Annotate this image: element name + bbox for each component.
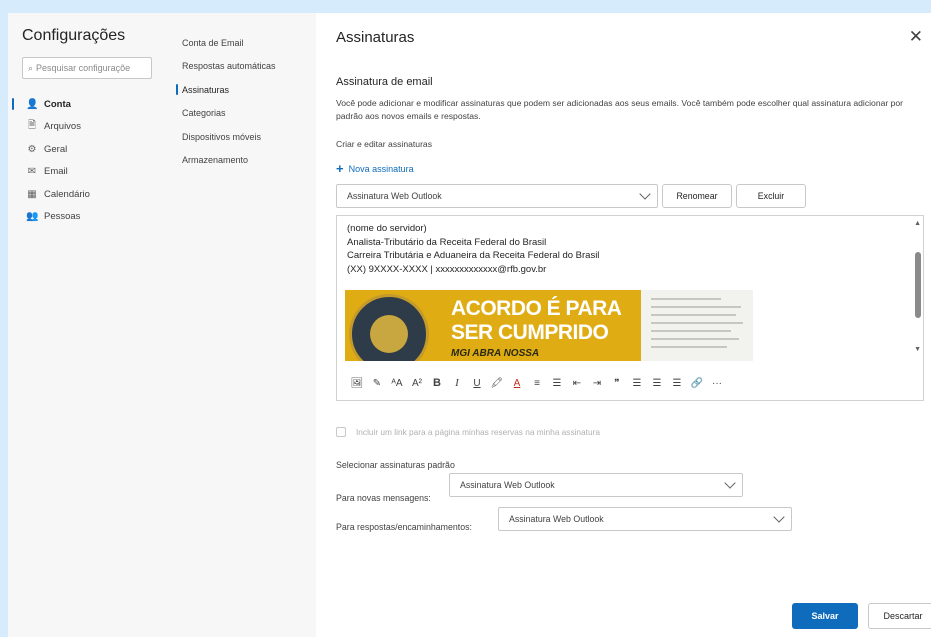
subnav-item-armazenamento[interactable]: Armazenamento: [176, 149, 316, 173]
replies-label: Para respostas/encaminhamentos:: [336, 522, 472, 532]
align-center-icon[interactable]: ☰: [647, 373, 667, 393]
replies-select[interactable]: Assinatura Web Outlook: [498, 507, 792, 531]
plus-icon: +: [336, 161, 344, 176]
include-reservations-checkbox[interactable]: Incluir um link para a página minhas res…: [336, 427, 600, 437]
editor-scrollbar[interactable]: [915, 252, 921, 318]
replies-value: Assinatura Web Outlook: [509, 514, 604, 524]
subnav-item-assinaturas[interactable]: Assinaturas: [176, 78, 316, 102]
rename-button[interactable]: Renomear: [662, 184, 732, 208]
link-icon[interactable]: 🔗: [687, 373, 707, 393]
increase-indent-icon[interactable]: ⇥: [587, 373, 607, 393]
chevron-down-icon: [773, 511, 785, 523]
scroll-up-icon[interactable]: ▲: [914, 220, 921, 227]
nav-label: Calendário: [44, 188, 90, 200]
discard-button[interactable]: Descartar: [868, 603, 931, 629]
save-button[interactable]: Salvar: [792, 603, 858, 629]
new-messages-select[interactable]: Assinatura Web Outlook: [449, 473, 743, 497]
page-title: Assinaturas: [336, 29, 415, 46]
banner-text: ACORDO É PARA: [451, 297, 622, 320]
subnav-item-conta-email[interactable]: Conta de Email: [176, 31, 316, 55]
search-placeholder: Pesquisar configuraçõe: [36, 63, 131, 73]
signature-select[interactable]: Assinatura Web Outlook: [336, 184, 658, 208]
nav-label: Geral: [44, 143, 68, 155]
font-size-icon[interactable]: ᴬA: [387, 373, 407, 393]
scroll-down-icon[interactable]: ▼: [914, 346, 921, 353]
chevron-down-icon: [639, 188, 651, 200]
quote-icon[interactable]: ❞: [607, 373, 627, 393]
signature-select-value: Assinatura Web Outlook: [347, 191, 442, 201]
superscript-icon[interactable]: A²: [407, 373, 427, 393]
banner-text: MGI ABRA NOSSA: [451, 348, 540, 359]
decrease-indent-icon[interactable]: ⇤: [567, 373, 587, 393]
subnav-list: Conta de Email Respostas automáticas Ass…: [176, 31, 316, 172]
mail-icon: ✉: [27, 166, 37, 178]
signature-settings-panel: Assinaturas ✕ Assinatura de email Você p…: [316, 13, 931, 637]
calendar-icon: ▦: [27, 188, 37, 200]
settings-sidebar: Configurações ⌕ Pesquisar configuraçõe 👤…: [8, 13, 162, 637]
signature-line: Analista-Tributário da Receita Federal d…: [347, 236, 547, 248]
signature-banner-image: ACORDO É PARA SER CUMPRIDO MGI ABRA NOSS…: [345, 290, 753, 361]
subnav-item-respostas-automaticas[interactable]: Respostas automáticas: [176, 55, 316, 79]
highlight-icon[interactable]: 🖍: [487, 373, 507, 393]
font-color-icon[interactable]: A: [507, 373, 527, 393]
nav-label: Conta: [44, 98, 71, 110]
subnav-item-dispositivos[interactable]: Dispositivos móveis: [176, 125, 316, 149]
nav-label: Arquivos: [44, 121, 81, 133]
chevron-down-icon: [724, 477, 736, 489]
underline-icon[interactable]: U: [467, 373, 487, 393]
signature-editor[interactable]: (nome do servidor) Analista-Tributário d…: [336, 215, 924, 401]
category-nav: 👤 Conta 🗎 Arquivos ⚙ Geral ✉ Email ▦ Cal…: [8, 93, 162, 228]
align-left-icon[interactable]: ☰: [627, 373, 647, 393]
new-messages-value: Assinatura Web Outlook: [460, 480, 555, 490]
section-description: Você pode adicionar e modificar assinatu…: [336, 98, 904, 121]
new-messages-label: Para novas mensagens:: [336, 493, 431, 503]
more-options-icon[interactable]: ···: [707, 373, 727, 393]
nav-item-calendario[interactable]: ▦ Calendário: [8, 183, 162, 206]
align-right-icon[interactable]: ☰: [667, 373, 687, 393]
new-signature-button[interactable]: + Nova assinatura: [336, 161, 414, 176]
subnav-item-categorias[interactable]: Categorias: [176, 102, 316, 126]
signature-text[interactable]: (nome do servidor) Analista-Tributário d…: [347, 222, 599, 276]
settings-title: Configurações: [22, 27, 126, 44]
signature-line: (nome do servidor): [347, 223, 427, 234]
gear-icon: ⚙: [27, 143, 37, 155]
signature-line: (XX) 9XXXX-XXXX | xxxxxxxxxxxxx@rfb.gov.…: [347, 263, 547, 275]
insert-image-icon[interactable]: 🖼: [347, 373, 367, 393]
create-edit-label: Criar e editar assinaturas: [336, 139, 433, 149]
nav-label: Pessoas: [44, 211, 81, 223]
italic-icon[interactable]: I: [447, 373, 467, 393]
bullets-icon[interactable]: ≡: [527, 373, 547, 393]
search-icon: ⌕: [28, 62, 34, 73]
checkbox-box[interactable]: [336, 427, 346, 437]
settings-window: Configurações ⌕ Pesquisar configuraçõe 👤…: [8, 13, 931, 637]
format-toolbar: 🖼 ✎ ᴬA A² B I U 🖍 A ≡ ☰ ⇤ ⇥ ❞ ☰ ☰ ☰ 🔗 ··…: [347, 372, 727, 394]
nav-item-email[interactable]: ✉ Email: [8, 161, 162, 184]
close-icon[interactable]: ✕: [909, 27, 923, 47]
signature-line: Carreira Tributária e Aduaneira da Recei…: [347, 250, 600, 261]
nav-item-geral[interactable]: ⚙ Geral: [8, 138, 162, 161]
numbering-icon[interactable]: ☰: [547, 373, 567, 393]
defaults-title: Selecionar assinaturas padrão: [336, 460, 455, 470]
people-icon: 👥: [26, 211, 39, 223]
bold-icon[interactable]: B: [427, 373, 447, 393]
document-icon: 🗎: [27, 120, 37, 132]
person-icon: 👤: [26, 98, 39, 110]
new-signature-label: Nova assinatura: [348, 163, 414, 174]
banner-text: SER CUMPRIDO: [451, 321, 609, 344]
banner-document-image: [641, 290, 753, 361]
section-title: Assinatura de email: [336, 76, 433, 88]
search-input[interactable]: ⌕ Pesquisar configuraçõe: [22, 57, 152, 79]
format-painter-icon[interactable]: ✎: [367, 373, 387, 393]
nav-item-conta[interactable]: 👤 Conta: [8, 93, 162, 116]
nav-item-pessoas[interactable]: 👥 Pessoas: [8, 206, 162, 229]
checkbox-label: Incluir um link para a página minhas res…: [356, 427, 600, 437]
settings-subnav: Conta de Email Respostas automáticas Ass…: [162, 13, 316, 637]
nav-item-arquivos[interactable]: 🗎 Arquivos: [8, 116, 162, 139]
delete-button[interactable]: Excluir: [736, 184, 806, 208]
nav-label: Email: [44, 166, 68, 178]
